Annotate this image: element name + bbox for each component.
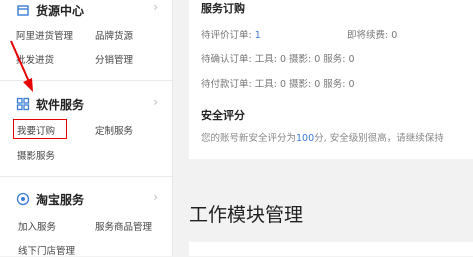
module-title: 工作模块管理: [189, 204, 304, 226]
sidebar-link-custom-service[interactable]: 定制服务: [95, 123, 133, 137]
sidebar-link-brand-supply[interactable]: 品牌货源: [95, 28, 133, 42]
pending-payment-label: 待付款订单:: [201, 79, 252, 90]
highlight-box: [13, 119, 67, 139]
pending-review-row: 待评价订单: 1 即将续费: 0: [201, 27, 397, 41]
sidebar-link-distribution[interactable]: 分销管理: [95, 52, 133, 66]
sidebar-link-photography[interactable]: 摄影服务: [17, 148, 55, 162]
security-suffix: 分, 安全级别很高，请继续保持: [314, 133, 444, 144]
chevron-right-icon[interactable]: ›: [153, 190, 158, 204]
security-score: 100: [296, 133, 315, 144]
sidebar-link-join-service[interactable]: 加入服务: [18, 219, 56, 233]
taobao-icon: [16, 192, 30, 206]
pending-review-count[interactable]: 1: [255, 30, 261, 41]
sidebar-link-service-products[interactable]: 服务商品管理: [95, 219, 152, 233]
orders-card: 服务订购 待评价订单: 1 即将续费: 0 待确认订单: 工具: 0 摄影: 0…: [189, 0, 473, 159]
divider: [0, 176, 172, 177]
chevron-right-icon[interactable]: ›: [153, 95, 158, 109]
chevron-right-icon[interactable]: ›: [153, 0, 158, 14]
red-arrow-icon: [10, 40, 33, 92]
taobao-section-title: 淘宝服务: [36, 192, 85, 207]
pending-confirm-counts: 工具: 0 摄影: 0 服务: 0: [254, 54, 355, 65]
pending-payment-row: 待付款订单: 工具: 0 摄影: 0 服务: 0: [201, 76, 355, 90]
taobao-section-header[interactable]: 淘宝服务: [16, 190, 84, 208]
pending-confirm-row: 待确认订单: 工具: 0 摄影: 0 服务: 0: [201, 51, 355, 65]
security-score-text: 您的账号新安全评分为100分, 安全级别很高，请继续保持: [201, 130, 444, 144]
security-title: 安全评分: [201, 109, 245, 122]
orders-title: 服务订购: [201, 2, 245, 15]
module-card: [189, 242, 473, 256]
renew-label: 即将续费: 0: [347, 30, 398, 41]
security-prefix: 您的账号新安全评分为: [201, 133, 297, 144]
pending-review-label: 待评价订单:: [201, 30, 252, 41]
pending-confirm-label: 待确认订单:: [201, 54, 252, 65]
sidebar-link-offline-stores[interactable]: 线下门店管理: [18, 243, 75, 257]
pending-payment-counts: 工具: 0 摄影: 0 服务: 0: [254, 79, 355, 90]
